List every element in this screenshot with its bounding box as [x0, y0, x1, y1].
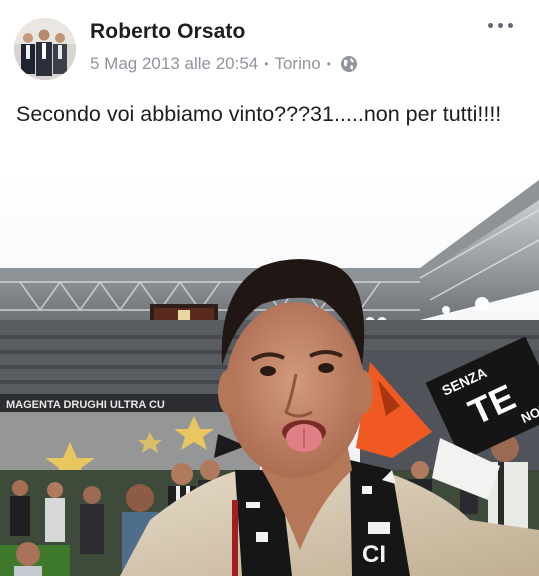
stadium-selfie-image: MAGENTA DRUGHI ULTRA CU SENZA TE NON CI: [0, 170, 539, 576]
globe-icon[interactable]: [340, 55, 358, 73]
post-meta: 5 Mag 2013 alle 20:54 • Torino •: [90, 54, 358, 74]
more-options-icon[interactable]: [488, 23, 513, 28]
post-location[interactable]: Torino: [274, 54, 320, 74]
separator-dot: •: [326, 57, 331, 71]
avatar[interactable]: [14, 18, 76, 80]
author-name[interactable]: Roberto Orsato: [90, 20, 245, 44]
scarf-text: CI: [362, 541, 386, 568]
post-date[interactable]: 5 Mag 2013 alle 20:54: [90, 54, 258, 74]
facebook-post: Roberto Orsato 5 Mag 2013 alle 20:54 • T…: [0, 0, 539, 576]
avatar-photo: [14, 18, 76, 80]
post-text: Secondo voi abbiamo vinto???31.....non p…: [16, 102, 502, 126]
post-photo[interactable]: MAGENTA DRUGHI ULTRA CU SENZA TE NON CI: [0, 170, 539, 576]
stadium-banner-text: MAGENTA DRUGHI ULTRA CU: [6, 399, 165, 411]
separator-dot: •: [264, 57, 269, 71]
